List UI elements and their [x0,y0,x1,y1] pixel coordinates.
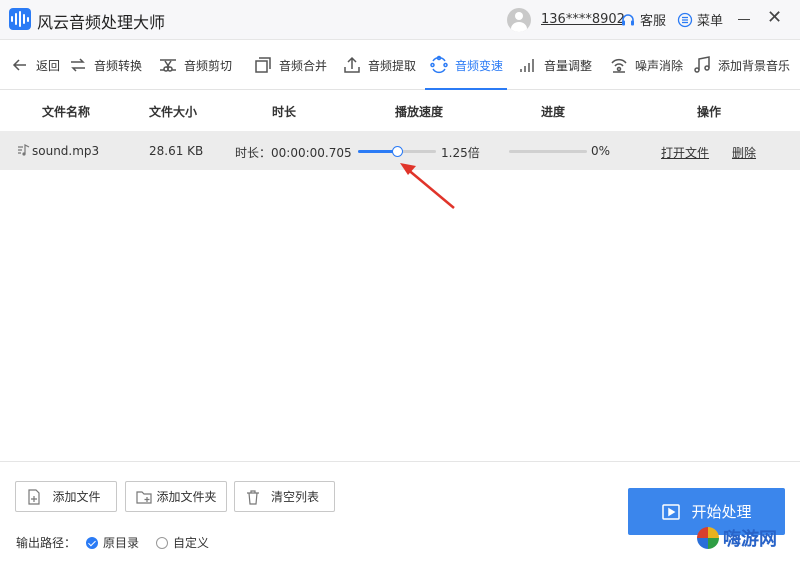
tool-audio-extract[interactable]: 音频提取 [342,40,416,90]
close-icon[interactable]: ✕ [767,8,782,28]
trash-icon [247,489,259,505]
header-actions: 操作 [697,105,722,119]
customer-service-label: 客服 [640,14,667,29]
tool-label: 音频变速 [455,58,504,73]
menu-button[interactable]: 菜单 [677,10,723,29]
tool-label: 音频合并 [279,58,328,73]
delete-link[interactable]: 删除 [732,144,756,161]
audio-file-icon [18,144,30,156]
watermark-logo-icon [697,527,719,549]
avatar[interactable] [507,8,531,32]
radio-checked-icon [86,536,98,549]
header-file-size: 文件大小 [149,105,198,119]
menu-icon [677,12,693,27]
open-file-link[interactable]: 打开文件 [661,144,709,161]
clear-list-button[interactable]: 清空列表 [234,481,335,512]
header-speed: 播放速度 [395,105,444,119]
tool-audio-convert[interactable]: 音频转换 [68,40,142,90]
noise-icon [611,58,627,73]
add-folder-icon [136,490,152,504]
upload-icon [344,56,360,73]
add-file-icon [28,488,40,505]
app-title: 风云音频处理大师 [37,13,166,32]
tool-label: 噪声消除 [635,58,684,73]
radio-custom-label: 自定义 [173,536,210,550]
speed-slider-thumb[interactable] [392,146,403,157]
watermark: 嗨游网 [697,525,777,551]
start-processing-label: 开始处理 [691,503,752,521]
tool-label: 音量调整 [544,58,593,73]
arrow-left-icon [12,59,26,71]
file-name: sound.mp3 [32,144,100,158]
progress-value: 0% [591,144,611,158]
scissors-icon [160,59,176,72]
menu-label: 菜单 [697,14,724,29]
customer-service-button[interactable]: 客服 [620,10,666,29]
back-button[interactable]: 返回 [10,40,60,90]
file-size: 28.61 KB [149,144,204,158]
file-list-area [0,170,800,461]
title-bar: 风云音频处理大师 136****8902 客服 菜单 ✕ [0,0,800,40]
minimize-icon[interactable] [738,19,750,20]
output-path-label: 输出路径： [16,536,77,550]
account-link[interactable]: 136****8902 [541,12,625,27]
radio-original-dir[interactable]: 原目录 [86,534,139,551]
speed-slider[interactable] [358,146,436,157]
tool-add-bgm[interactable]: 添加背景音乐 [692,40,790,90]
toolbar: 返回 音频转换 音频剪切 音频合并 音频提取 音频变速 音量调整 噪声消除 添加… [0,40,800,90]
tool-audio-cut[interactable]: 音频剪切 [158,40,232,90]
tool-noise-removal[interactable]: 噪声消除 [609,40,683,90]
add-file-label: 添加文件 [52,490,101,504]
merge-icon [255,57,271,73]
radio-original-label: 原目录 [103,536,140,550]
volume-bars-icon [520,59,534,72]
back-label: 返回 [36,58,61,73]
file-duration: 时长：00:00:00.705 [235,146,352,160]
tool-label: 音频提取 [368,58,417,73]
music-note-icon [694,56,710,73]
table-header: 文件名称 文件大小 时长 播放速度 进度 操作 [0,91,800,129]
convert-icon [71,58,85,72]
speed-icon [430,55,448,74]
radio-unchecked-icon [156,536,168,549]
speed-value: 1.25倍 [441,146,480,160]
tool-volume-adjust[interactable]: 音量调整 [518,40,592,90]
headset-icon [622,13,634,25]
bottom-panel: 添加文件 添加文件夹 清空列表 输出路径： 原目录 自定义 开始处理 [0,461,800,562]
tool-label: 音频剪切 [184,58,233,73]
add-folder-button[interactable]: 添加文件夹 [125,481,227,512]
app-logo-icon [9,8,31,30]
radio-custom-dir[interactable]: 自定义 [156,534,209,551]
progress-bar [509,150,587,153]
tool-audio-merge[interactable]: 音频合并 [253,40,327,90]
add-folder-label: 添加文件夹 [156,490,217,504]
header-file-name: 文件名称 [42,105,91,119]
clear-list-label: 清空列表 [270,490,319,504]
annotation-arrow-icon [400,163,455,209]
header-progress: 进度 [541,105,566,119]
add-file-button[interactable]: 添加文件 [15,481,117,512]
play-icon [662,503,681,520]
tool-label: 音频转换 [94,58,143,73]
tool-label: 添加背景音乐 [718,58,791,73]
watermark-text: 嗨游网 [723,529,777,550]
tool-audio-speed[interactable]: 音频变速 [424,40,508,90]
header-duration: 时长 [272,105,297,119]
